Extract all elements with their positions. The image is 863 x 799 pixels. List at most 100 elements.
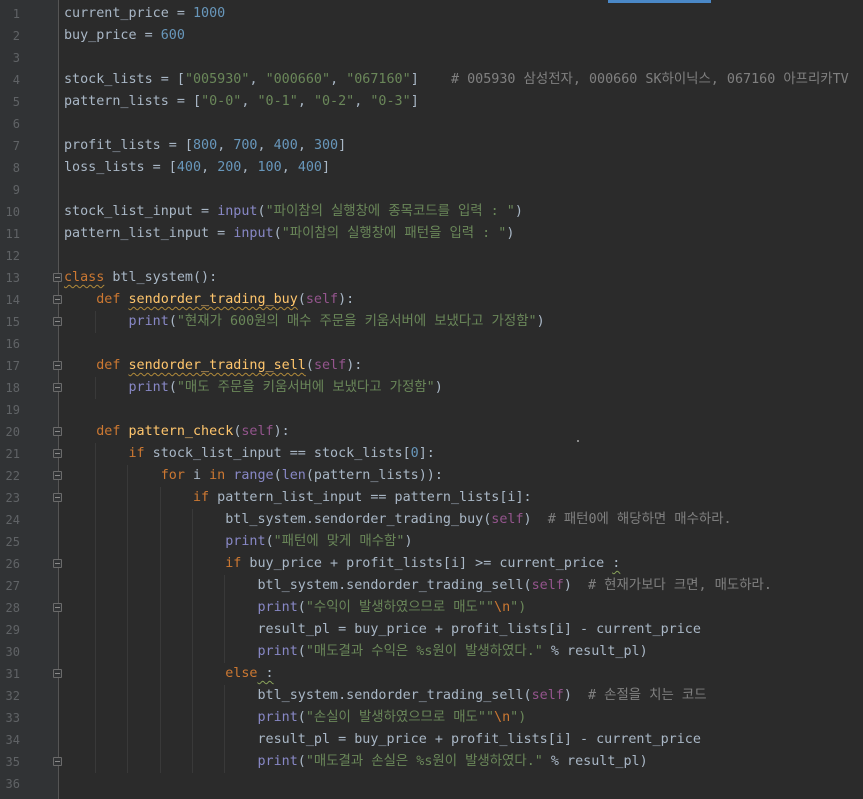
code-token: pattern_lists = [ xyxy=(64,94,202,109)
code-line[interactable]: 26 if buy_price + profit_lists[i] >= cur… xyxy=(0,553,863,575)
code-line[interactable]: 7 profit_lists = [800, 700, 400, 300] xyxy=(0,135,863,157)
code-text: def pattern_check(self): xyxy=(64,421,290,443)
code-line[interactable]: 4 stock_lists = ["005930", "000660", "067… xyxy=(0,69,863,91)
code-line[interactable]: 31 else : xyxy=(0,663,863,685)
code-line[interactable]: 34 result_pl = buy_price + profit_lists[… xyxy=(0,729,863,751)
line-number: 19 xyxy=(5,403,20,417)
code-line[interactable]: 9 xyxy=(0,179,863,201)
code-line[interactable]: 18 print("매도 주문을 키움서버에 보냈다고 가정함") xyxy=(0,377,863,399)
code-line[interactable]: 27 btl_system.sendorder_trading_sell(sel… xyxy=(0,575,863,597)
fold-toggle-icon[interactable] xyxy=(53,559,62,568)
code-line[interactable]: 15 print("현재가 600원의 매수 주문을 키움서버에 보냈다고 가정… xyxy=(0,311,863,333)
code-line[interactable]: 20 def pattern_check(self): xyxy=(0,421,863,443)
code-line[interactable]: 11 pattern_list_input = input("파이참의 실행창에 … xyxy=(0,223,863,245)
code-token: self xyxy=(531,578,564,593)
code-line[interactable]: 5 pattern_lists = ["0-0", "0-1", "0-2", "… xyxy=(0,91,863,113)
code-token: % result_pl) xyxy=(542,754,648,769)
code-line[interactable]: 8 loss_lists = [400, 200, 100, 400] xyxy=(0,157,863,179)
code-line[interactable] xyxy=(0,795,863,799)
code-token: # 005930 삼성전자, 000660 SK하이닉스, 067160 아프리… xyxy=(451,72,849,87)
fold-toggle-icon[interactable] xyxy=(53,317,62,326)
code-token: "매도결과 손실은 %s원이 발생하였다." xyxy=(305,754,543,769)
line-number: 17 xyxy=(5,359,20,373)
fold-toggle-icon[interactable] xyxy=(53,603,62,612)
code-token: for xyxy=(160,468,185,483)
code-text: print("수익이 발생하였으므로 매도""\n") xyxy=(64,597,526,619)
code-token: sendorder_trading_sell xyxy=(128,358,306,373)
code-editor[interactable]: 1 current_price = 1000 2 buy_price = 600 3 4 s… xyxy=(0,0,863,799)
line-number: 1 xyxy=(12,7,20,21)
code-token: ) xyxy=(563,578,589,593)
code-token: "수익이 발생하였으므로 매도"" xyxy=(305,600,495,615)
fold-toggle-icon[interactable] xyxy=(53,295,62,304)
code-line[interactable]: 10 stock_list_input = input("파이참의 실행창에 종목… xyxy=(0,201,863,223)
code-line[interactable]: 24 btl_system.sendorder_trading_buy(self… xyxy=(0,509,863,531)
code-line[interactable]: 28 print("수익이 발생하였으므로 매도""\n") xyxy=(0,597,863,619)
code-token: stock_list_input = xyxy=(64,204,218,219)
line-number: 36 xyxy=(5,777,20,791)
code-line[interactable]: 32 btl_system.sendorder_trading_sell(sel… xyxy=(0,685,863,707)
fold-toggle-icon[interactable] xyxy=(53,383,62,392)
line-number: 28 xyxy=(5,601,20,615)
code-line[interactable]: 35 print("매도결과 손실은 %s원이 발생하였다." % result… xyxy=(0,751,863,773)
code-token: , xyxy=(241,94,258,109)
fold-toggle-icon[interactable] xyxy=(53,471,62,480)
line-number: 34 xyxy=(5,733,20,747)
fold-toggle-icon[interactable] xyxy=(53,273,62,282)
line-number: 22 xyxy=(5,469,20,483)
code-line[interactable]: 17 def sendorder_trading_sell(self): xyxy=(0,355,863,377)
code-line[interactable]: 22 for i in range(len(pattern_lists)): xyxy=(0,465,863,487)
code-token: "매도 주문을 키움서버에 보냈다고 가정함" xyxy=(176,380,435,395)
code-text: print("매도결과 수익은 %s원이 발생하였다." % result_pl… xyxy=(64,641,647,663)
code-line[interactable]: 16 xyxy=(0,333,863,355)
code-line[interactable]: 36 xyxy=(0,773,863,795)
code-line[interactable]: 3 xyxy=(0,47,863,69)
code-line[interactable]: 21 if stock_list_input == stock_lists[0]… xyxy=(0,443,863,465)
code-line[interactable]: 12 xyxy=(0,245,863,267)
code-line[interactable]: 23 if pattern_list_input == pattern_list… xyxy=(0,487,863,509)
code-line[interactable]: 1 current_price = 1000 xyxy=(0,3,863,25)
code-token: ( xyxy=(297,710,306,725)
line-number: 24 xyxy=(5,513,20,527)
code-line[interactable]: 25 print("패턴에 맞게 매수함") xyxy=(0,531,863,553)
code-line[interactable]: 19 xyxy=(0,399,863,421)
code-line[interactable]: 6 xyxy=(0,113,863,135)
code-line[interactable]: 29 result_pl = buy_price + profit_lists[… xyxy=(0,619,863,641)
code-text: loss_lists = [400, 200, 100, 400] xyxy=(64,157,330,179)
code-line[interactable]: 30 print("매도결과 수익은 %s원이 발생하였다." % result… xyxy=(0,641,863,663)
fold-toggle-icon[interactable] xyxy=(53,757,62,766)
code-line[interactable]: 14 def sendorder_trading_buy(self): xyxy=(0,289,863,311)
code-token: "파이참의 실행창에 패턴을 입력 : " xyxy=(281,226,507,241)
code-token: "현재가 600원의 매수 주문을 키움서버에 보냈다고 가정함" xyxy=(176,314,537,329)
code-token: ( xyxy=(265,534,274,549)
code-token: i xyxy=(184,468,210,483)
code-line[interactable]: 13 class btl_system(): xyxy=(0,267,863,289)
code-line[interactable]: 2 buy_price = 600 xyxy=(0,25,863,47)
code-token: "000660" xyxy=(265,72,331,87)
line-number: 29 xyxy=(5,623,20,637)
code-token: print xyxy=(257,754,298,769)
code-token: buy_price = xyxy=(64,28,161,43)
fold-toggle-icon[interactable] xyxy=(53,449,62,458)
fold-toggle-icon[interactable] xyxy=(53,361,62,370)
code-token: btl_system.sendorder_trading_sell( xyxy=(64,688,532,703)
fold-toggle-icon[interactable] xyxy=(53,427,62,436)
fold-toggle-icon[interactable] xyxy=(53,493,62,502)
line-number: 12 xyxy=(5,249,20,263)
line-number: 2 xyxy=(12,29,20,43)
code-text: result_pl = buy_price + profit_lists[i] … xyxy=(64,619,700,641)
code-text: pattern_lists = ["0-0", "0-1", "0-2", "0… xyxy=(64,91,419,113)
code-text: def sendorder_trading_sell(self): xyxy=(64,355,362,377)
code-token: \n xyxy=(494,600,511,615)
code-text: print("현재가 600원의 매수 주문을 키움서버에 보냈다고 가정함") xyxy=(64,311,545,333)
code-token: btl_system.sendorder_trading_sell( xyxy=(64,578,532,593)
fold-toggle-icon[interactable] xyxy=(53,669,62,678)
code-token: ( xyxy=(305,358,314,373)
code-line[interactable]: 33 print("손실이 발생하였으므로 매도""\n") xyxy=(0,707,863,729)
code-text: profit_lists = [800, 700, 400, 300] xyxy=(64,135,346,157)
code-token: : xyxy=(257,666,274,681)
code-token: , xyxy=(249,72,266,87)
